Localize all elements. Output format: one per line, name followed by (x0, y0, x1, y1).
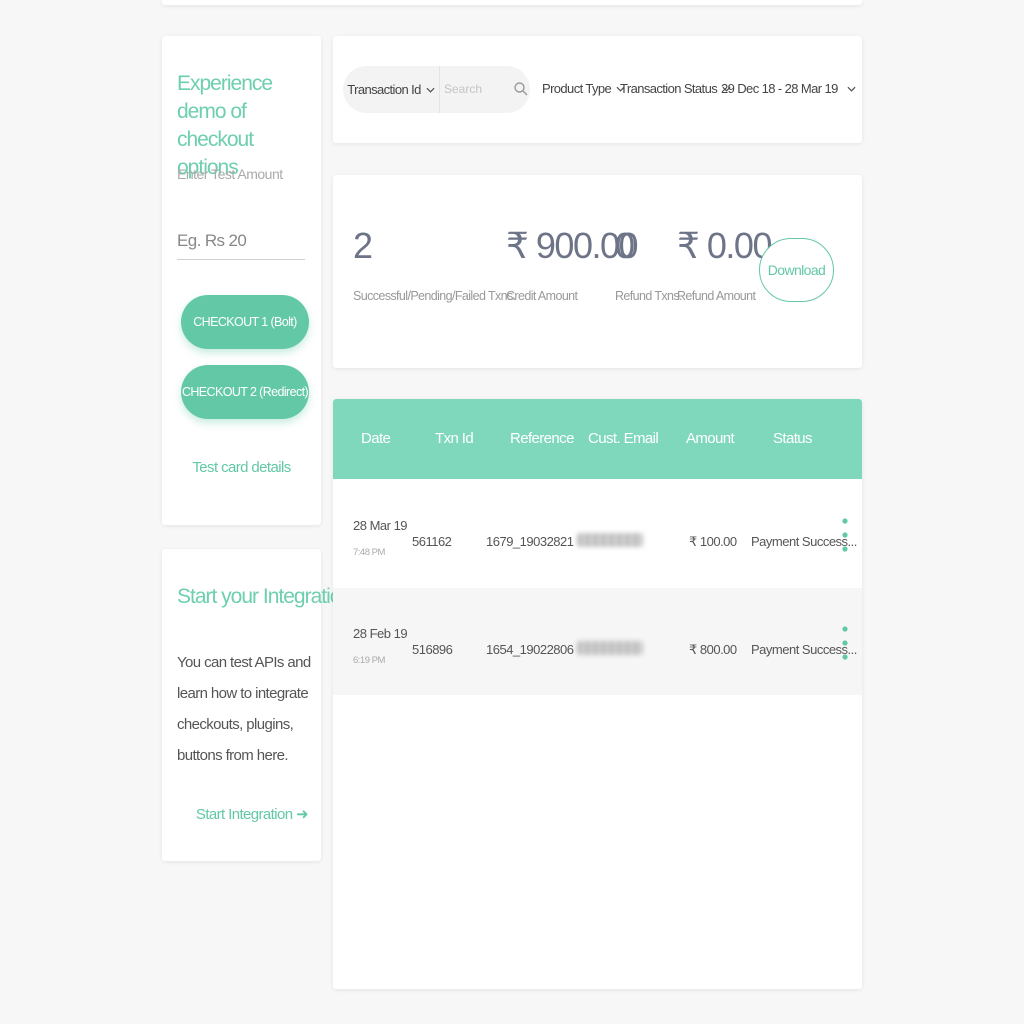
column-header-date[interactable]: Date (361, 430, 391, 447)
test-card-details-link[interactable]: Test card details (162, 459, 321, 476)
row-amount: ₹ 100.00 (689, 534, 737, 549)
transaction-status-label: Transaction Status (620, 81, 718, 96)
stat-refund-transactions: 0 Refund Txns. (615, 225, 683, 303)
product-type-label: Product Type (542, 81, 612, 96)
chevron-down-icon (847, 86, 856, 92)
refund-transactions-value: 0 (615, 225, 635, 266)
row-email-redacted (577, 641, 643, 655)
date-range-filter[interactable]: 29 Dec 18 - 28 Mar 19 (721, 81, 856, 96)
top-card-edge (162, 0, 862, 5)
more-vertical-icon[interactable] (839, 517, 851, 553)
integration-description: You can test APIs and learn how to integ… (177, 654, 311, 764)
transaction-status-filter[interactable]: Transaction Status (620, 81, 731, 96)
column-header-status[interactable]: Status (773, 430, 813, 447)
transaction-search: Transaction Id (343, 66, 530, 113)
checkout-demo-card: Experience demo of checkout options Ente… (162, 36, 321, 525)
column-header-amount[interactable]: Amount (686, 430, 735, 447)
checkout-bolt-button[interactable]: CHECKOUT 1 (Bolt) (181, 295, 309, 349)
table-row[interactable]: 28 Mar 19 7:48 PM 561162 1679_19032821 ₹… (333, 479, 862, 586)
row-date: 28 Feb 19 (353, 626, 408, 641)
chevron-down-icon (426, 87, 435, 93)
search-icon[interactable] (513, 81, 529, 97)
transactions-count: 2 (353, 225, 373, 266)
table-header: Date Txn Id Reference Cust. Email Amount… (333, 399, 862, 479)
row-reference: 1679_19032821 (486, 534, 574, 549)
stat-refund-amount: ₹ 0.00 Refund Amount (677, 225, 772, 303)
search-input[interactable] (444, 78, 504, 100)
filter-bar: Transaction Id Product Type Transaction … (333, 36, 862, 143)
column-header-email[interactable]: Cust. Email (588, 430, 659, 447)
refund-transactions-label: Refund Txns. (615, 289, 683, 303)
transactions-label: Successful/Pending/Failed Txns. (353, 289, 516, 303)
refund-amount-value: ₹ 0.00 (677, 225, 772, 266)
download-button[interactable]: Download (759, 238, 834, 302)
row-amount: ₹ 800.00 (689, 642, 737, 657)
summary-stats-card: 2 Successful/Pending/Failed Txns. ₹ 900.… (333, 175, 862, 368)
row-txn-id: 516896 (412, 642, 453, 657)
transactions-table: Date Txn Id Reference Cust. Email Amount… (333, 399, 862, 989)
row-time: 7:48 PM (353, 547, 385, 558)
integration-card: Start your Integration You can test APIs… (162, 549, 352, 861)
column-header-txn-id[interactable]: Txn Id (435, 430, 474, 447)
row-time: 6:19 PM (353, 655, 385, 666)
row-date: 28 Mar 19 (353, 518, 408, 533)
stat-transactions: 2 Successful/Pending/Failed Txns. (353, 225, 516, 303)
row-txn-id: 561162 (412, 534, 452, 549)
date-range-label: 29 Dec 18 - 28 Mar 19 (721, 81, 838, 96)
column-header-reference[interactable]: Reference (510, 430, 574, 447)
checkout-redirect-button[interactable]: CHECKOUT 2 (Redirect) (181, 365, 309, 419)
transaction-id-select[interactable]: Transaction Id (343, 66, 440, 113)
product-type-filter[interactable]: Product Type (542, 81, 625, 96)
refund-amount-label: Refund Amount (677, 289, 756, 303)
integration-title: Start your Integration (177, 585, 352, 608)
test-amount-label: Enter Test Amount (177, 166, 283, 182)
test-amount-input[interactable] (177, 222, 305, 260)
more-vertical-icon[interactable] (839, 625, 851, 661)
table-row[interactable]: 28 Feb 19 6:19 PM 516896 1654_19022806 ₹… (333, 588, 862, 695)
row-reference: 1654_19022806 (486, 642, 574, 657)
transaction-id-label: Transaction Id (347, 82, 421, 97)
start-integration-link[interactable]: Start Integration ➜ (196, 805, 309, 823)
row-email-redacted (577, 533, 643, 547)
